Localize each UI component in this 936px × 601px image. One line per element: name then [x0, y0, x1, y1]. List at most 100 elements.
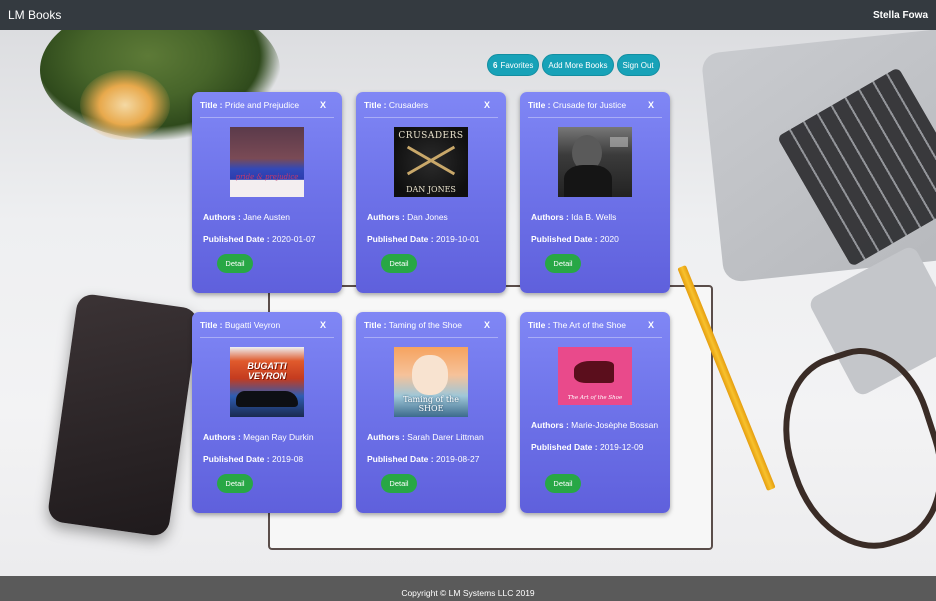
brand-link[interactable]: LM Books [8, 8, 61, 22]
authors-row: Authors : Marie-Josèphe Bossan [531, 419, 662, 431]
book-card: Title : Bugatti Veyron X BUGATTI VEYRON … [192, 312, 342, 513]
remove-book-button[interactable]: X [648, 320, 662, 330]
favorites-button[interactable]: 6 Favorites [487, 54, 540, 76]
title-label: Title : [364, 99, 387, 110]
remove-book-button[interactable]: X [648, 100, 662, 110]
card-title: Title : Crusade for Justice [528, 100, 626, 110]
authors-row: Authors : Sarah Darer Littman [367, 431, 498, 443]
authors-row: Authors : Megan Ray Durkin [203, 431, 334, 443]
card-header: Title : Crusaders X [364, 92, 498, 118]
authors-value: Megan Ray Durkin [243, 432, 314, 442]
published-row: Published Date : 2019-12-09 [531, 441, 662, 453]
book-info: Authors : Jane Austen Published Date : 2… [200, 211, 334, 245]
published-row: Published Date : 2019-10-01 [367, 233, 498, 245]
authors-label: Authors : [531, 212, 569, 222]
title-value: Taming of the Shoe [388, 319, 462, 330]
published-label: Published Date : [367, 234, 434, 244]
book-card: Title : Pride and Prejudice X pride & pr… [192, 92, 342, 293]
authors-value: Jane Austen [243, 212, 290, 222]
title-label: Title : [200, 319, 223, 330]
published-label: Published Date : [531, 442, 598, 452]
card-header: Title : The Art of the Shoe X [528, 312, 662, 338]
title-value: Pride and Prejudice [224, 99, 300, 110]
cover-author: DAN JONES [406, 185, 456, 194]
published-value: 2020 [599, 234, 619, 244]
portrait-body [564, 165, 612, 197]
authors-label: Authors : [203, 432, 241, 442]
published-row: Published Date : 2019-08-27 [367, 453, 498, 465]
shoe-graphic [574, 361, 614, 383]
remove-book-button[interactable]: X [484, 320, 498, 330]
cover-text: The Art of the Shoe [567, 395, 623, 401]
top-navbar: LM Books Stella Fowa [0, 0, 936, 30]
card-header: Title : Bugatti Veyron X [200, 312, 334, 338]
authors-label: Authors : [203, 212, 241, 222]
detail-button[interactable]: Detail [381, 474, 417, 493]
detail-button[interactable]: Detail [545, 254, 581, 273]
book-info: Authors : Dan Jones Published Date : 201… [364, 211, 498, 245]
book-cover-image: pride & prejudice [230, 127, 304, 197]
card-title: Title : Crusaders [364, 100, 428, 110]
published-row: Published Date : 2019-08 [203, 453, 334, 465]
published-label: Published Date : [367, 454, 434, 464]
published-value: 2019-12-09 [599, 442, 644, 452]
book-card: Title : The Art of the Shoe X The Art of… [520, 312, 670, 513]
published-row: Published Date : 2020-01-07 [203, 233, 334, 245]
card-title: Title : Bugatti Veyron [200, 320, 280, 330]
published-row: Published Date : 2020 [531, 233, 662, 245]
detail-button[interactable]: Detail [545, 474, 581, 493]
authors-row: Authors : Ida B. Wells [531, 211, 662, 223]
detail-button[interactable]: Detail [381, 254, 417, 273]
book-cover-image: CRUSADERS DAN JONES [394, 127, 468, 197]
title-label: Title : [528, 319, 551, 330]
published-value: 2020-01-07 [271, 234, 316, 244]
published-label: Published Date : [203, 234, 270, 244]
title-value: Crusade for Justice [552, 99, 627, 110]
favorites-label: Favorites [500, 60, 534, 70]
authors-value: Dan Jones [407, 212, 448, 222]
book-cover-image: BUGATTI VEYRON [230, 347, 304, 417]
book-grid: Title : Pride and Prejudice X pride & pr… [192, 92, 670, 513]
book-card: Title : Taming of the Shoe X Taming of t… [356, 312, 506, 513]
published-label: Published Date : [203, 454, 270, 464]
book-cover-image: Taming of the SHOE [394, 347, 468, 417]
authors-row: Authors : Jane Austen [203, 211, 334, 223]
title-label: Title : [364, 319, 387, 330]
book-info: Authors : Sarah Darer Littman Published … [364, 431, 498, 465]
cover-text: BUGATTI VEYRON [247, 361, 287, 381]
title-label: Title : [200, 99, 223, 110]
card-header: Title : Pride and Prejudice X [200, 92, 334, 118]
cover-text: CRUSADERS [398, 131, 464, 141]
book-info: Authors : Megan Ray Durkin Published Dat… [200, 431, 334, 465]
page-footer: Copyright © LM Systems LLC 2019 [0, 576, 936, 601]
title-value: Bugatti Veyron [224, 319, 281, 330]
published-label: Published Date : [531, 234, 598, 244]
title-value: The Art of the Shoe [552, 319, 626, 330]
book-info: Authors : Marie-Josèphe Bossan Published… [528, 419, 662, 453]
car-graphic [236, 391, 298, 407]
phone-decoration [46, 292, 200, 538]
published-value: 2019-08-27 [435, 454, 480, 464]
remove-book-button[interactable]: X [320, 320, 334, 330]
user-name: Stella Fowa [872, 9, 928, 21]
detail-button[interactable]: Detail [217, 474, 253, 493]
authors-value: Sarah Darer Littman [407, 432, 484, 442]
add-more-books-button[interactable]: Add More Books [542, 54, 614, 76]
remove-book-button[interactable]: X [320, 100, 334, 110]
remove-book-button[interactable]: X [484, 100, 498, 110]
detail-button[interactable]: Detail [217, 254, 253, 273]
card-title: Title : Pride and Prejudice [200, 100, 299, 110]
authors-label: Authors : [531, 420, 569, 430]
published-value: 2019-08 [271, 454, 304, 464]
action-bar: 6 Favorites Add More Books Sign Out [487, 54, 660, 76]
favorites-count: 6 [493, 60, 498, 70]
title-value: Crusaders [388, 99, 429, 110]
sign-out-button[interactable]: Sign Out [616, 54, 660, 76]
illustration-face [412, 355, 448, 395]
card-title: Title : The Art of the Shoe [528, 320, 626, 330]
book-cover-image: The Art of the Shoe [558, 347, 632, 405]
book-info: Authors : Ida B. Wells Published Date : … [528, 211, 662, 245]
card-title: Title : Taming of the Shoe [364, 320, 462, 330]
cover-text: Taming of the SHOE [403, 395, 459, 413]
authors-value: Marie-Josèphe Bossan [571, 420, 659, 430]
